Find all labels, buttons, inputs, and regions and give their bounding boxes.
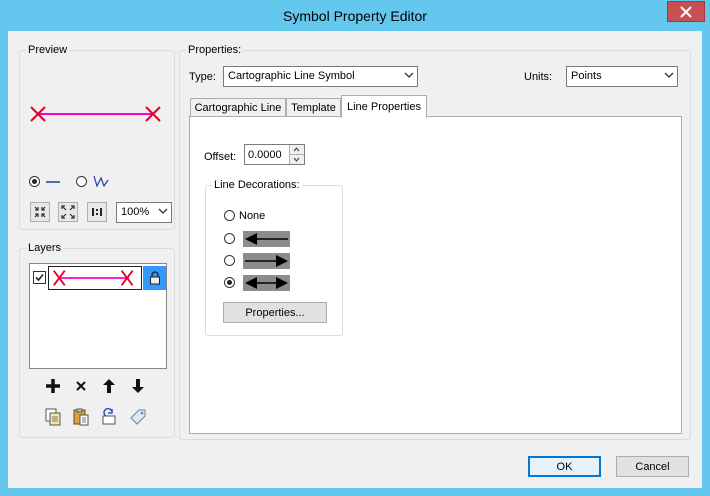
copy-layer-button[interactable] <box>43 407 63 427</box>
arrow-up-icon <box>103 379 115 393</box>
line-decorations-label: Line Decorations: <box>212 179 302 191</box>
decoration-start-arrow-radio[interactable] <box>224 233 235 244</box>
move-layer-down-button[interactable] <box>128 376 148 396</box>
actual-size-button[interactable] <box>87 202 107 222</box>
cancel-button[interactable]: Cancel <box>616 456 689 477</box>
line-properties-panel: Offset: 0.0000 Line Decorations: None Pr… <box>189 116 682 434</box>
layers-list[interactable] <box>29 263 167 369</box>
zoom-in-button[interactable] <box>30 202 50 222</box>
offset-spin-up[interactable] <box>289 145 304 155</box>
zoom-out-icon <box>61 205 75 219</box>
tab-template[interactable]: Template <box>286 98 341 117</box>
chevron-down-icon <box>664 72 674 78</box>
properties-group: Properties: Type: Cartographic Line Symb… <box>179 44 691 440</box>
preview-label: Preview <box>26 44 70 56</box>
plus-icon <box>46 379 60 393</box>
reset-layer-button[interactable] <box>99 407 119 427</box>
decoration-properties-button[interactable]: Properties... <box>223 302 327 323</box>
tab-cartographic-line[interactable]: Cartographic Line <box>190 98 286 117</box>
offset-label: Offset: <box>204 151 237 163</box>
offset-value: 0.0000 <box>248 149 282 161</box>
end-arrow-icon <box>243 253 290 269</box>
layer-lock-button[interactable] <box>143 266 166 290</box>
spin-down-icon <box>293 157 300 162</box>
layers-group: Layers <box>19 242 175 438</box>
preview-group: Preview 100% <box>19 44 175 230</box>
type-select[interactable]: Cartographic Line Symbol <box>223 66 418 87</box>
tab-line-properties[interactable]: Line Properties <box>341 95 427 118</box>
reset-icon <box>102 408 116 425</box>
remove-layer-button[interactable] <box>71 376 91 396</box>
move-layer-up-button[interactable] <box>99 376 119 396</box>
offset-field[interactable]: 0.0000 <box>244 144 305 165</box>
copy-icon <box>45 408 61 426</box>
dialog-window: Symbol Property Editor Preview 100% Laye… <box>0 0 710 496</box>
units-select-value: Points <box>571 70 602 82</box>
paste-layer-button[interactable] <box>71 407 91 427</box>
preview-line-graphic <box>30 106 161 122</box>
preview-zoom-select[interactable]: 100% <box>116 202 172 223</box>
close-button[interactable] <box>667 1 705 22</box>
dialog-client: Preview 100% Layers Properties: Type: Ca… <box>8 31 702 488</box>
units-label: Units: <box>524 71 553 83</box>
spin-up-icon <box>293 147 300 152</box>
add-layer-button[interactable] <box>43 376 63 396</box>
preview-zoom-value: 100% <box>121 206 150 218</box>
decoration-both-arrows-radio[interactable] <box>224 277 235 288</box>
title-bar[interactable]: Symbol Property Editor <box>0 0 710 32</box>
layers-label: Layers <box>26 242 64 254</box>
zoom-out-button[interactable] <box>58 202 78 222</box>
both-arrows-icon <box>243 275 290 291</box>
checkmark-icon <box>35 273 44 282</box>
preview-zigzag-radio[interactable] <box>76 176 87 187</box>
units-select[interactable]: Points <box>566 66 678 87</box>
paste-icon <box>73 408 89 426</box>
type-select-value: Cartographic Line Symbol <box>228 70 355 82</box>
window-title: Symbol Property Editor <box>283 8 427 24</box>
preview-line-radio[interactable] <box>29 176 40 187</box>
ok-button[interactable]: OK <box>528 456 601 477</box>
close-icon <box>680 5 692 18</box>
layer-line-thumbnail <box>48 266 142 290</box>
offset-spin-down[interactable] <box>289 155 304 164</box>
decoration-none-label: None <box>239 210 266 222</box>
layer-visible-checkbox[interactable] <box>33 271 46 284</box>
chevron-down-icon <box>404 72 414 78</box>
actual-size-icon <box>92 208 102 216</box>
straight-line-icon <box>46 181 60 183</box>
properties-label: Properties: <box>186 44 244 56</box>
tag-layer-button[interactable] <box>128 407 148 427</box>
lock-icon <box>149 271 160 285</box>
tag-icon <box>130 409 146 425</box>
delete-icon <box>76 381 86 391</box>
type-label: Type: <box>189 71 216 83</box>
chevron-down-icon <box>158 208 168 214</box>
decoration-end-arrow-radio[interactable] <box>224 255 235 266</box>
start-arrow-icon <box>243 231 290 247</box>
zoom-in-icon <box>34 206 46 218</box>
decoration-none-radio[interactable] <box>224 210 235 221</box>
line-decorations-group: Line Decorations: None Properties... <box>205 179 343 336</box>
zigzag-line-icon <box>93 175 109 187</box>
layer-row[interactable] <box>32 266 166 290</box>
arrow-down-icon <box>132 379 144 393</box>
